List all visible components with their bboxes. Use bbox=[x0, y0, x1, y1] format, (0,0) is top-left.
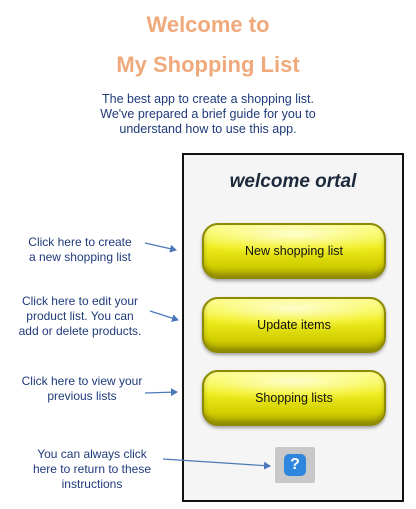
annotation-line: product list. You can bbox=[26, 309, 134, 323]
annotation-line: Click here to view your bbox=[21, 374, 143, 388]
annotation-line: a new shopping list bbox=[28, 250, 132, 264]
annotation-line: previous lists bbox=[47, 389, 117, 403]
page-title-line2: My Shopping List bbox=[116, 52, 300, 77]
intro-line: We've prepared a brief guide for you to bbox=[100, 107, 316, 121]
annotation-shopping-lists: Click here to view your previous lists bbox=[8, 374, 156, 404]
annotation-line: here to return to these bbox=[32, 462, 152, 476]
welcome-text: welcome ortal bbox=[229, 171, 357, 192]
annotation-update-items: Click here to edit your product list. Yo… bbox=[4, 294, 156, 339]
page-title-line1: Welcome to bbox=[146, 12, 270, 37]
new-shopping-list-button[interactable]: New shopping list bbox=[202, 223, 386, 279]
annotation-line: instructions bbox=[61, 477, 123, 491]
question-mark-icon: ? bbox=[284, 454, 306, 476]
annotation-help: You can always click here to return to t… bbox=[22, 447, 162, 492]
intro-line: understand how to use this app. bbox=[119, 122, 297, 136]
intro-line: The best app to create a shopping list. bbox=[102, 92, 314, 106]
app-screenshot-frame: welcome ortal New shopping list Update i… bbox=[182, 153, 404, 502]
help-button[interactable]: ? bbox=[275, 447, 315, 483]
shopping-lists-button[interactable]: Shopping lists bbox=[202, 370, 386, 426]
annotation-line: Click here to edit your bbox=[21, 294, 139, 308]
annotation-new-list: Click here to create a new shopping list bbox=[10, 235, 150, 265]
annotation-line: You can always click bbox=[37, 447, 147, 461]
annotation-line: Click here to create bbox=[28, 235, 132, 249]
intro-text: The best app to create a shopping list. … bbox=[40, 92, 376, 137]
update-items-button[interactable]: Update items bbox=[202, 297, 386, 353]
annotation-line: add or delete products. bbox=[18, 324, 142, 338]
